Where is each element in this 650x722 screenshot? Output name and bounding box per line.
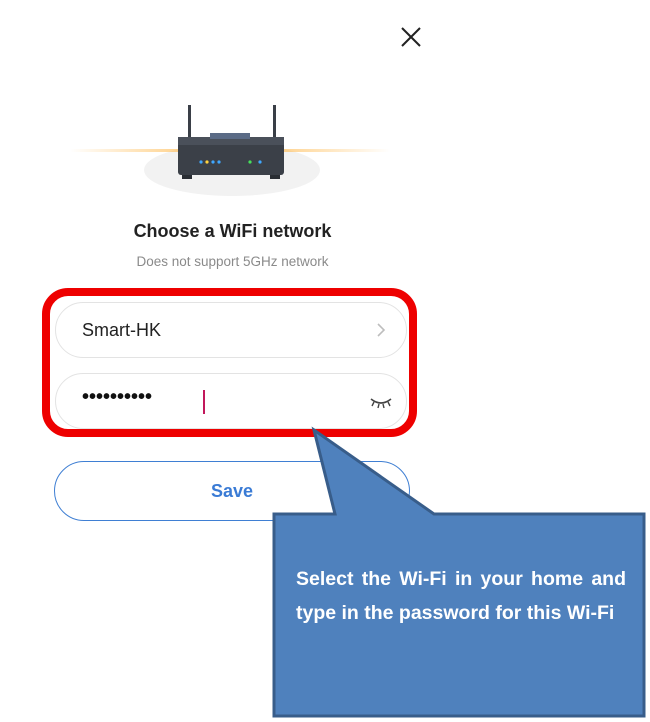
page-title: Choose a WiFi network [133, 221, 332, 241]
eye-closed-icon[interactable] [368, 392, 394, 412]
wifi-network-selector[interactable]: Smart-HK [55, 302, 407, 358]
wifi-password-field[interactable]: •••••••••• [55, 373, 407, 429]
password-masked-value: •••••••••• [82, 386, 153, 408]
page-subtitle: Does not support 5GHz network [136, 254, 329, 269]
callout-text: Select the Wi-Fi in your home and type i… [296, 568, 626, 624]
save-button[interactable]: Save [54, 461, 410, 521]
router-illustration [60, 95, 400, 205]
text-caret [203, 390, 205, 414]
close-button[interactable] [394, 20, 428, 54]
wifi-network-name: Smart-HK [82, 320, 162, 340]
close-icon [401, 27, 421, 47]
chevron-right-icon [377, 323, 386, 337]
